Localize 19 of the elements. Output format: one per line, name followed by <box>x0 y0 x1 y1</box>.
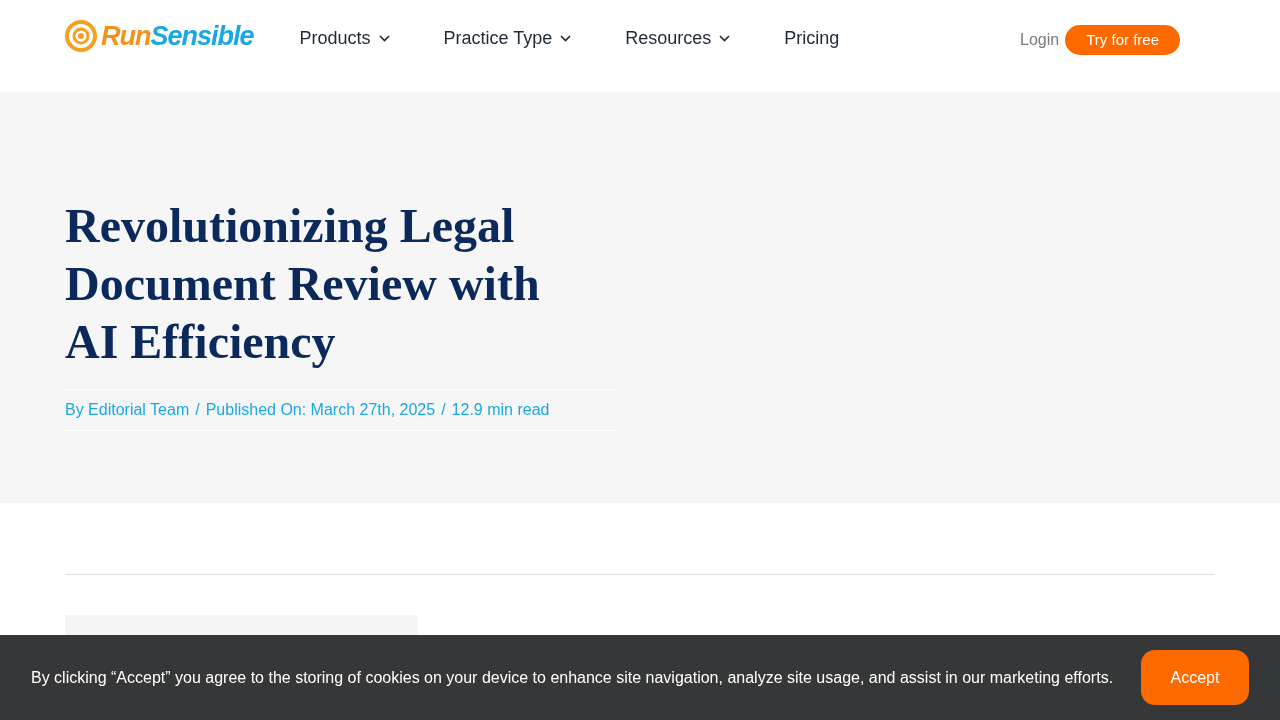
separator-text: / <box>195 400 200 420</box>
separator-text: / <box>441 400 446 420</box>
login-link[interactable]: Login <box>1020 28 1060 52</box>
try-for-free-button[interactable]: Try for free <box>1065 25 1180 55</box>
nav-link[interactable]: Pricing <box>784 24 840 52</box>
chevron-down-icon <box>719 34 731 42</box>
sun-logo-icon <box>65 20 97 52</box>
article-title: Revolutionizing Legal Document Review with AI Efficiency <box>65 198 541 370</box>
author-link[interactable]: By Editorial Team <box>65 398 190 422</box>
nav-link[interactable]: Products <box>299 24 390 52</box>
meta-text: 12.9 min read <box>451 400 550 420</box>
nav-link[interactable]: Resources <box>625 24 731 52</box>
cookie-text: By clicking “Accept” you agree to the storing of cookies on your device to enhance site navigation, analyze site usage, and assist in our marketing efforts. <box>31 667 1115 688</box>
logo-wordmark[interactable]: RunSensible <box>101 22 254 50</box>
accept-button[interactable]: Accept <box>1141 650 1249 705</box>
nav-link[interactable]: Practice Type <box>443 24 572 52</box>
chevron-down-icon <box>378 34 390 42</box>
chevron-down-icon <box>560 34 572 42</box>
meta-text: Published On: March 27th, 2025 <box>205 400 436 420</box>
